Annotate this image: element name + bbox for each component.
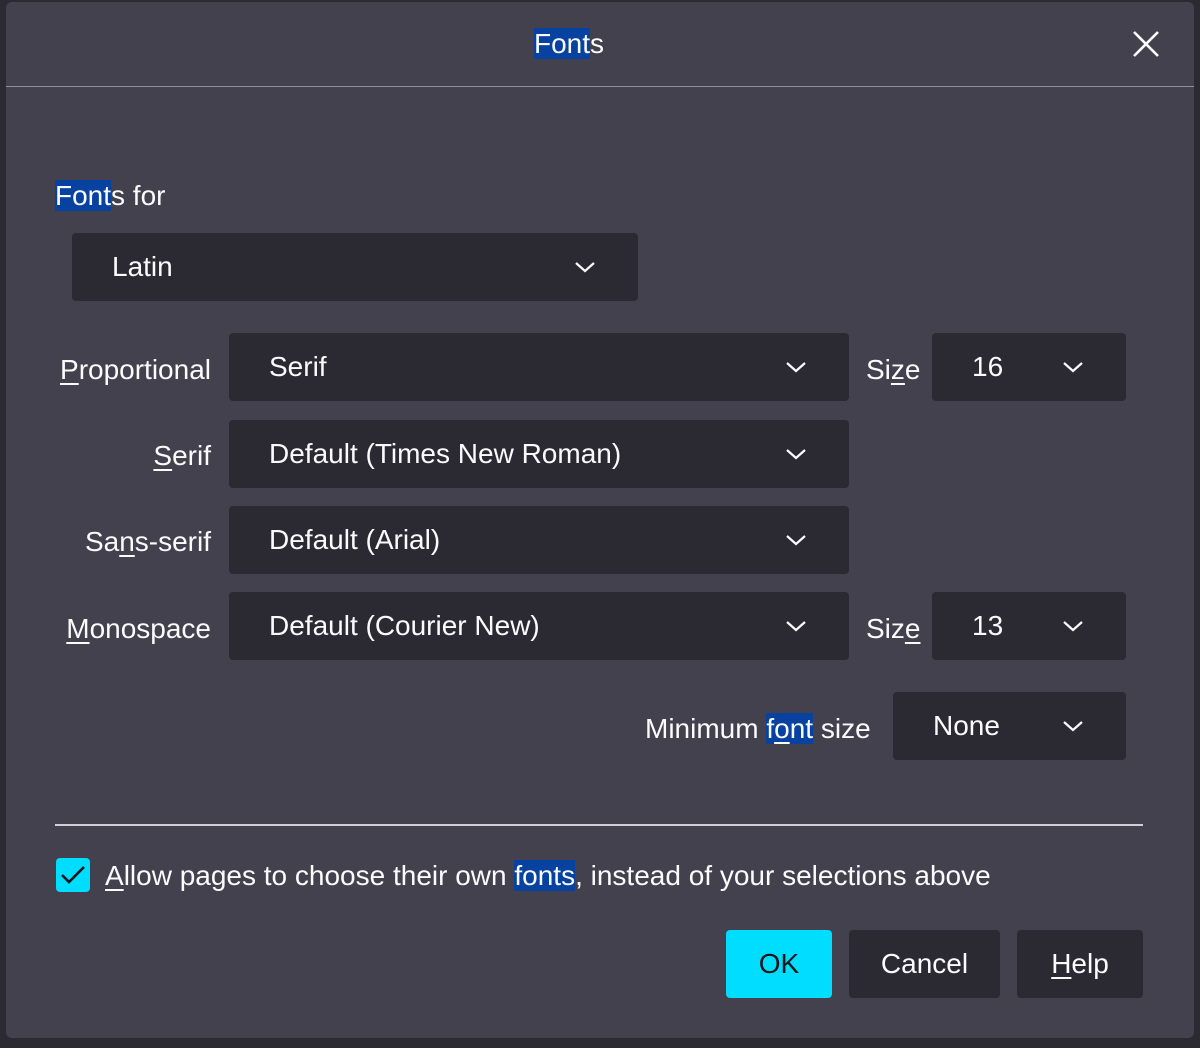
minimum-font-size-label: Minimum font size <box>645 711 871 747</box>
monospace-size-value: 13 <box>972 610 1004 641</box>
proportional-label: Proportional <box>60 352 211 388</box>
serif-label: Serif <box>153 438 211 474</box>
help-label-rest: elp <box>1071 948 1109 979</box>
section-divider <box>55 824 1143 826</box>
monospace-value: Default (Courier New) <box>269 610 540 641</box>
fonts-for-value: Latin <box>112 251 173 282</box>
allow-pages-fonts-label[interactable]: Allow pages to choose their own fonts, i… <box>105 858 991 894</box>
chevron-down-icon <box>1063 362 1083 373</box>
monospace-size-select[interactable]: 13 <box>932 592 1126 660</box>
minimum-label-highlight: font <box>766 713 814 744</box>
fonts-for-label: Fonts for <box>55 178 166 214</box>
chevron-down-icon <box>1063 621 1083 632</box>
dialog-title: Fonts <box>534 26 604 62</box>
allow-accesskey: A <box>105 860 124 891</box>
proportional-size-value: 16 <box>972 351 1004 382</box>
chevron-down-icon <box>786 535 806 546</box>
dialog-titlebar: Fonts <box>6 2 1194 87</box>
proportional-select[interactable]: Serif <box>229 333 849 401</box>
chevron-down-icon <box>786 362 806 373</box>
minimum-label-part: Minimum <box>645 713 767 744</box>
serif-value: Default (Times New Roman) <box>269 438 622 469</box>
size-accesskey: z <box>890 354 905 385</box>
chevron-down-icon <box>786 621 806 632</box>
monospace-label: Monospace <box>66 611 211 647</box>
close-button[interactable] <box>1126 24 1166 64</box>
help-accesskey: H <box>1051 948 1072 979</box>
minimum-accesskey: o <box>774 713 790 744</box>
allow-label-highlight: fonts <box>514 860 576 891</box>
ok-button[interactable]: OK <box>726 930 832 998</box>
monospace-size-label: Size <box>866 611 920 647</box>
fonts-for-select[interactable]: Latin <box>72 233 638 301</box>
monospace-label-rest: onospace <box>89 613 211 644</box>
cancel-button[interactable]: Cancel <box>849 930 1000 998</box>
proportional-accesskey: P <box>60 354 79 385</box>
chevron-down-icon <box>575 262 595 273</box>
sans-serif-select[interactable]: Default (Arial) <box>229 506 849 574</box>
proportional-size-label: Size <box>866 352 920 388</box>
proportional-value: Serif <box>269 351 327 382</box>
checkmark-icon <box>61 866 85 884</box>
close-icon <box>1133 31 1159 57</box>
fonts-for-highlight: Font <box>55 180 112 211</box>
sans-serif-label-part: s-serif <box>134 526 211 557</box>
proportional-label-rest: roportional <box>78 354 211 385</box>
size-label-part: e <box>904 354 921 385</box>
minimum-label-part: f <box>766 713 775 744</box>
sans-serif-label-part: Sa <box>84 526 120 557</box>
minimum-label-part: nt <box>789 713 814 744</box>
serif-accesskey: S <box>153 440 173 471</box>
allow-label-part: , instead of your selections above <box>575 860 991 891</box>
sans-serif-label: Sans-serif <box>85 524 211 560</box>
chevron-down-icon <box>786 449 806 460</box>
title-highlight: Font <box>534 28 591 59</box>
title-rest: s <box>590 28 605 59</box>
fonts-for-rest: s for <box>111 180 166 211</box>
minimum-label-part: size <box>813 713 871 744</box>
size-accesskey: e <box>904 613 921 644</box>
allow-pages-fonts-checkbox[interactable] <box>56 858 90 892</box>
fonts-dialog: Fonts Fonts for Latin Proportional Serif… <box>6 2 1194 1038</box>
help-button[interactable]: Help <box>1017 930 1143 998</box>
sans-serif-value: Default (Arial) <box>269 524 441 555</box>
serif-label-rest: erif <box>172 440 211 471</box>
chevron-down-icon <box>1063 721 1083 732</box>
size-label-part: Siz <box>866 613 905 644</box>
monospace-select[interactable]: Default (Courier New) <box>229 592 849 660</box>
monospace-accesskey: M <box>66 613 90 644</box>
sans-serif-accesskey: n <box>119 526 135 557</box>
minimum-font-size-select[interactable]: None <box>893 692 1126 760</box>
size-label-part: Si <box>866 354 891 385</box>
allow-label-part: llow pages to choose their own <box>123 860 515 891</box>
proportional-size-select[interactable]: 16 <box>932 333 1126 401</box>
serif-select[interactable]: Default (Times New Roman) <box>229 420 849 488</box>
minimum-font-size-value: None <box>933 710 1000 741</box>
